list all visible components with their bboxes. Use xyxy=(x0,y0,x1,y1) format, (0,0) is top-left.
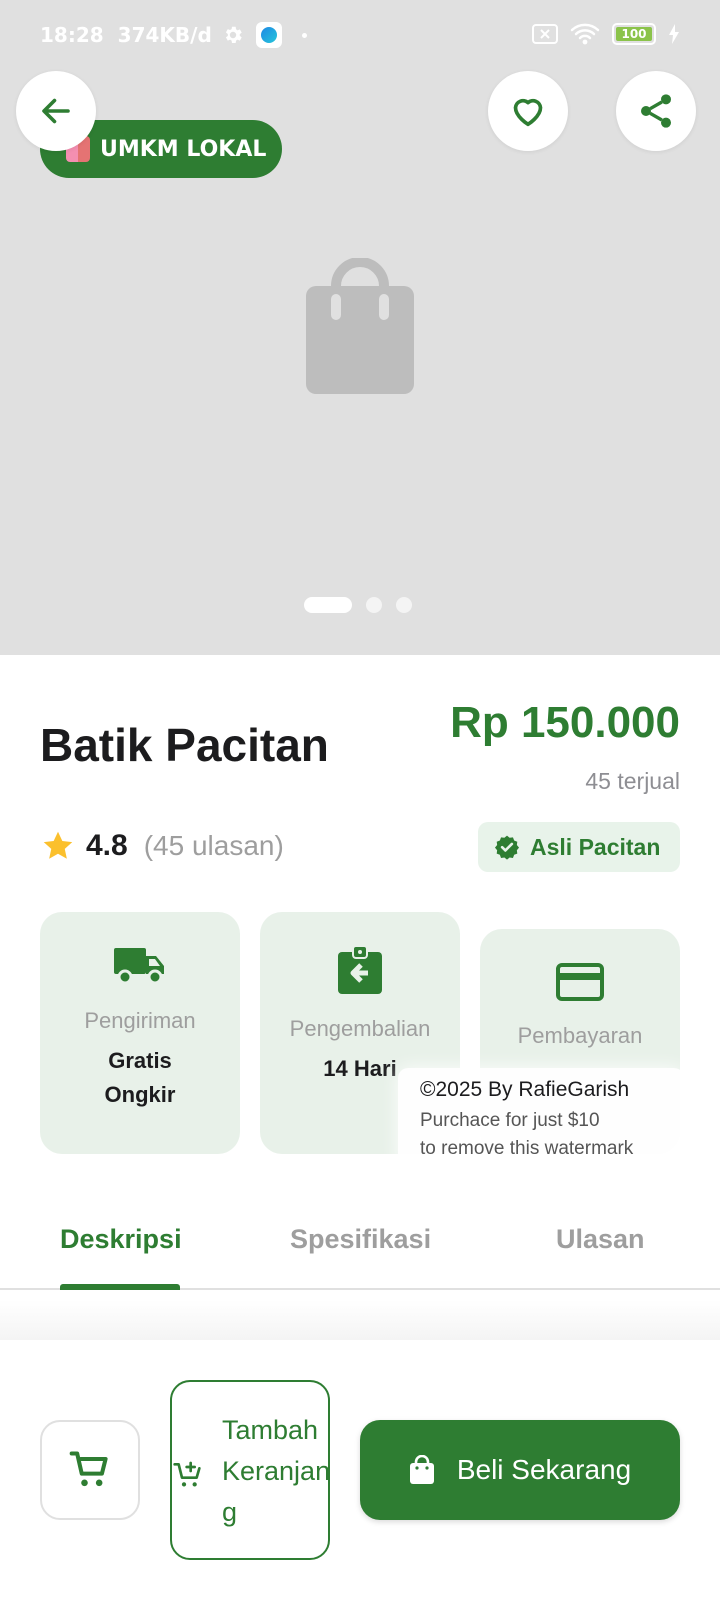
product-image-carousel[interactable]: 18:28 374KB/d 100 UMKM LOKAL xyxy=(0,0,720,655)
product-rating[interactable]: 4.8 (45 ulasan) xyxy=(40,828,284,864)
tab-deskripsi[interactable]: Deskripsi xyxy=(60,1224,182,1255)
watermark-copyright: ©2025 By RafieGarish xyxy=(420,1078,630,1101)
content-area xyxy=(0,1300,720,1340)
feature-label-return: Pengembalian xyxy=(289,1016,431,1041)
review-count: (45 ulasan) xyxy=(143,830,284,861)
charging-icon xyxy=(669,24,679,44)
authenticity-label: Asli Pacitan xyxy=(530,833,661,860)
tab-ulasan[interactable]: Ulasan xyxy=(556,1224,645,1255)
app-notification-icon xyxy=(255,22,282,48)
product-price: Rp 150.000 xyxy=(450,698,680,747)
share-button[interactable] xyxy=(616,71,696,151)
wifi-icon xyxy=(570,23,600,45)
status-indicators: 100 xyxy=(532,22,680,46)
watermark-purchase-text: Purchace for just $10 xyxy=(420,1110,600,1131)
umkm-badge-label: UMKM LOKAL xyxy=(100,136,267,162)
shopping-cart-icon xyxy=(69,1451,108,1487)
notification-dot-icon xyxy=(301,32,307,38)
arrow-left-icon xyxy=(42,98,70,124)
sim-card-icon xyxy=(532,24,558,44)
status-bar: 18:28 374KB/d 100 xyxy=(0,0,720,70)
tab-spesifikasi[interactable]: Spesifikasi xyxy=(290,1224,431,1255)
truck-icon xyxy=(114,948,164,985)
cart-button[interactable] xyxy=(40,1420,140,1520)
authenticity-badge: Asli Pacitan xyxy=(478,822,680,872)
status-network-speed: 374KB/d xyxy=(117,23,212,47)
product-detail-tabs: Deskripsi Spesifikasi Ulasan xyxy=(0,1210,720,1290)
buy-now-button[interactable]: Beli Sekarang xyxy=(360,1420,680,1520)
battery-icon: 100 xyxy=(612,23,656,45)
bottom-action-bar: Tambah Keranjang Beli Sekarang xyxy=(0,1340,720,1600)
status-time: 18:28 xyxy=(40,23,104,47)
add-to-cart-label: Tambah Keranjang xyxy=(222,1415,331,1527)
carousel-dot-active[interactable] xyxy=(304,597,352,613)
sold-count: 45 terjual xyxy=(585,768,680,794)
carousel-indicator[interactable] xyxy=(304,597,412,613)
rating-value: 4.8 xyxy=(86,829,128,862)
feature-value-shipping: Gratis Ongkir xyxy=(104,1048,176,1107)
battery-level: 100 xyxy=(616,27,652,41)
carousel-dot[interactable] xyxy=(366,597,382,613)
back-button[interactable] xyxy=(16,71,96,151)
product-placeholder-bag-icon xyxy=(306,258,414,394)
add-to-cart-button[interactable]: Tambah Keranjang xyxy=(170,1380,330,1560)
feature-card-shipping: Pengiriman Gratis Ongkir xyxy=(40,912,240,1154)
verified-badge-icon xyxy=(494,835,520,860)
feature-label-shipping: Pengiriman xyxy=(84,1008,196,1033)
heart-icon xyxy=(513,98,543,127)
watermark-remove-text: to remove this watermark xyxy=(420,1138,634,1159)
return-icon xyxy=(338,946,382,994)
settings-gear-icon xyxy=(225,26,242,43)
watermark-overlay: ©2025 By RafieGarish Purchace for just $… xyxy=(398,1068,684,1168)
buy-now-label: Beli Sekarang xyxy=(456,1454,632,1485)
carousel-dot[interactable] xyxy=(396,597,412,613)
credit-card-icon xyxy=(556,963,604,1001)
product-title: Batik Pacitan xyxy=(40,719,329,771)
share-icon xyxy=(641,94,671,128)
star-icon xyxy=(43,831,73,859)
add-to-cart-icon xyxy=(173,1461,201,1487)
shopping-bag-icon xyxy=(409,1455,434,1484)
favorite-button[interactable] xyxy=(488,71,568,151)
tab-active-indicator xyxy=(60,1284,180,1290)
feature-label-payment: Pembayaran xyxy=(517,1023,643,1048)
